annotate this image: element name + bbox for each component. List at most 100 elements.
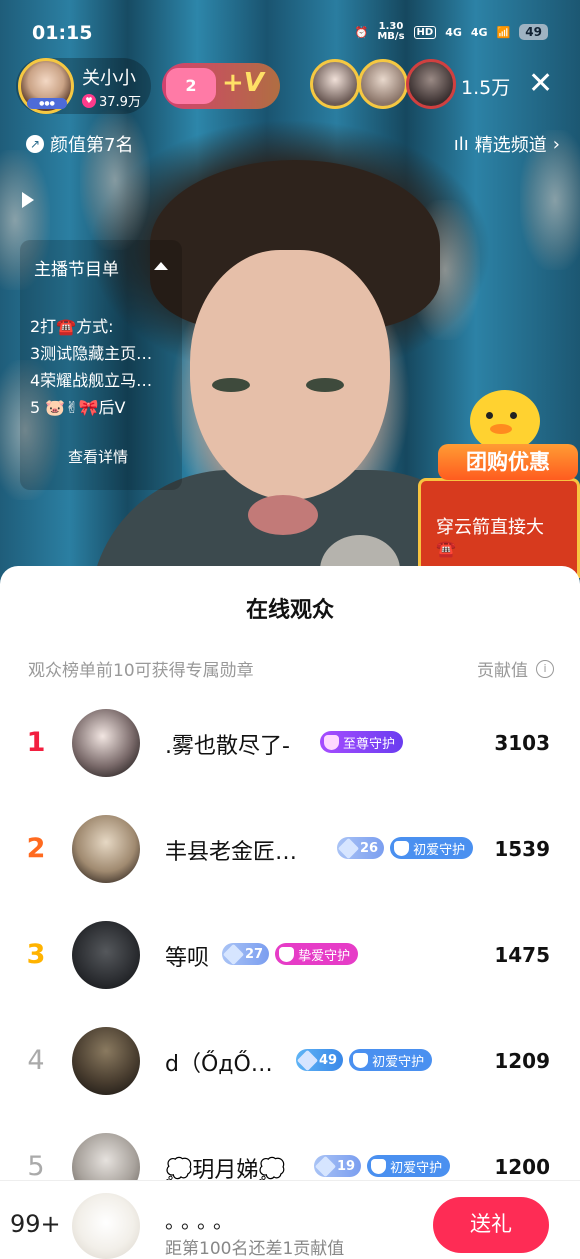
badge-group: 19 初爱守护 bbox=[314, 1155, 451, 1177]
row-rank: 3 bbox=[26, 939, 46, 970]
rank-icon: ↗ bbox=[26, 135, 44, 153]
user-avatar[interactable] bbox=[72, 921, 140, 989]
program-item: 5 🐷✌🎀后V bbox=[30, 398, 126, 417]
level-value: 19 bbox=[337, 1158, 356, 1174]
expand-play-icon[interactable] bbox=[22, 192, 34, 208]
contribution-label: 贡献值 bbox=[477, 661, 528, 681]
send-gift-button[interactable]: 送礼 bbox=[433, 1197, 549, 1253]
fan-club-heart-icon[interactable]: 2 bbox=[166, 68, 216, 104]
program-item: 2打☎️方式: bbox=[30, 317, 114, 336]
streamer-face bbox=[190, 250, 390, 500]
user-avatar[interactable] bbox=[72, 709, 140, 777]
program-item: 3测试隐藏主页… bbox=[30, 344, 153, 363]
info-icon[interactable]: i bbox=[536, 659, 554, 678]
user-avatar[interactable] bbox=[72, 815, 140, 883]
hd-icon: HD bbox=[413, 25, 437, 39]
group-buy-text: 穿云箭直接大 bbox=[436, 517, 544, 538]
my-avatar[interactable] bbox=[72, 1193, 140, 1259]
contribution-score: 1539 bbox=[494, 837, 550, 861]
diamond-icon bbox=[314, 1155, 337, 1177]
host-badge: ●●● bbox=[27, 98, 67, 109]
top-viewer-avatar[interactable] bbox=[310, 59, 360, 109]
row-rank: 1 bbox=[26, 727, 46, 758]
collapse-caret-icon[interactable] bbox=[154, 262, 168, 270]
row-rank: 5 bbox=[27, 1151, 45, 1182]
signal-icon-1: 4G bbox=[445, 25, 462, 39]
user-name[interactable]: 丰县老金匠… bbox=[165, 834, 297, 866]
system-icons: ⏰ 1.30 MB/s HD 4G 4G 📶 49 bbox=[355, 22, 548, 42]
clock: 01:15 bbox=[32, 22, 93, 44]
promo-chick-icon[interactable] bbox=[470, 390, 540, 452]
contribution-header: 贡献值 i bbox=[477, 656, 554, 681]
guard-label: 挚爱守护 bbox=[298, 948, 351, 964]
popularity-rank[interactable]: ↗ 颜值第7名 bbox=[26, 131, 133, 157]
audience-row[interactable]: 2 丰县老金匠… 26 初爱守护 1539 bbox=[0, 815, 580, 885]
audience-row[interactable]: 3 等呗 27 挚爱守护 1475 bbox=[0, 921, 580, 991]
level-value: 27 bbox=[245, 946, 264, 962]
crown-shield-icon bbox=[324, 734, 339, 750]
user-avatar[interactable] bbox=[72, 1027, 140, 1095]
wifi-icon: 📶 bbox=[496, 25, 511, 39]
group-buy-banner[interactable]: 团购优惠 bbox=[438, 444, 578, 480]
battery-icon: 49 bbox=[519, 24, 548, 40]
audience-row[interactable]: 1 .雾也散尽了- 至尊守护 3103 bbox=[0, 709, 580, 779]
top-viewer-avatar[interactable] bbox=[406, 59, 456, 109]
level-value: 49 bbox=[319, 1052, 338, 1068]
program-list-title[interactable]: 主播节目单 bbox=[34, 255, 119, 280]
badge-group: 49 初爱守护 bbox=[296, 1049, 433, 1071]
diamond-icon bbox=[222, 943, 245, 965]
shield-icon bbox=[353, 1052, 369, 1068]
diamond-icon bbox=[337, 837, 360, 859]
level-badge: 27 bbox=[222, 943, 270, 965]
contribution-score: 1475 bbox=[494, 943, 550, 967]
close-icon[interactable]: ✕ bbox=[528, 66, 553, 102]
view-details-link[interactable]: 查看详情 bbox=[68, 446, 128, 467]
top-viewer-avatar[interactable] bbox=[358, 59, 408, 109]
row-rank: 2 bbox=[26, 833, 46, 864]
guard-badge: 初爱守护 bbox=[349, 1049, 433, 1071]
chick-eye bbox=[486, 412, 493, 419]
guard-badge: 初爱守护 bbox=[390, 837, 474, 859]
phone-icon: ☎️ bbox=[436, 539, 456, 558]
rank-label: 颜值第7名 bbox=[50, 135, 134, 156]
level-value: 26 bbox=[360, 840, 379, 856]
guard-label: 初爱守护 bbox=[390, 1160, 443, 1176]
user-name[interactable]: .雾也散尽了- bbox=[165, 728, 290, 760]
contribution-score: 1200 bbox=[494, 1155, 550, 1179]
heart-icon: ♥ bbox=[82, 93, 96, 108]
host-name[interactable]: 关小小 bbox=[82, 64, 136, 90]
sheet-title: 在线观众 bbox=[245, 598, 334, 623]
guard-badge: 挚爱守护 bbox=[275, 943, 359, 965]
host-likes: ♥ 37.9万 bbox=[82, 91, 141, 110]
rank-gap-text: 距第100名还差1贡献值 bbox=[165, 1239, 345, 1259]
my-rank: 99+ bbox=[10, 1210, 61, 1238]
chevron-right-icon: › bbox=[552, 133, 560, 155]
diamond-icon bbox=[296, 1049, 319, 1071]
alarm-icon: ⏰ bbox=[354, 25, 369, 39]
user-name[interactable]: d（ŐдŐ… bbox=[165, 1046, 273, 1078]
guard-badge: 至尊守护 bbox=[320, 731, 404, 753]
streamer-mouth bbox=[248, 495, 318, 535]
level-badge: 19 bbox=[314, 1155, 362, 1177]
guard-badge: 初爱守护 bbox=[367, 1155, 451, 1177]
contribution-score: 3103 bbox=[494, 731, 550, 755]
shield-icon bbox=[394, 840, 410, 856]
guard-label: 初爱守护 bbox=[372, 1054, 425, 1070]
viewer-count[interactable]: 1.5万 bbox=[461, 73, 510, 100]
heart-shield-icon bbox=[279, 946, 295, 962]
bar-chart-icon: ılı bbox=[453, 133, 469, 155]
program-items: 2打☎️方式: 3测试隐藏主页… 4荣耀战舰立马… 5 🐷✌🎀后V bbox=[30, 313, 152, 421]
streamer-eye bbox=[306, 378, 344, 392]
fan-club-level: 2 bbox=[185, 76, 197, 95]
audience-row[interactable]: 4 d（ŐдŐ… 49 初爱守护 1209 bbox=[0, 1027, 580, 1097]
contribution-score: 1209 bbox=[494, 1049, 550, 1073]
sheet-subtitle: 观众榜单前10可获得专属勋章 bbox=[28, 661, 254, 681]
chick-eye bbox=[510, 412, 517, 419]
featured-channel[interactable]: ılı 精选频道 › bbox=[454, 131, 560, 157]
badge-group: 至尊守护 bbox=[320, 731, 404, 753]
badge-group: 27 挚爱守护 bbox=[222, 943, 359, 965]
follow-v-label[interactable]: +V bbox=[222, 68, 264, 98]
host-likes-count: 37.9万 bbox=[99, 95, 141, 110]
user-name[interactable]: 等呗 bbox=[165, 940, 209, 972]
network-speed: 1.30 MB/s bbox=[377, 22, 404, 42]
